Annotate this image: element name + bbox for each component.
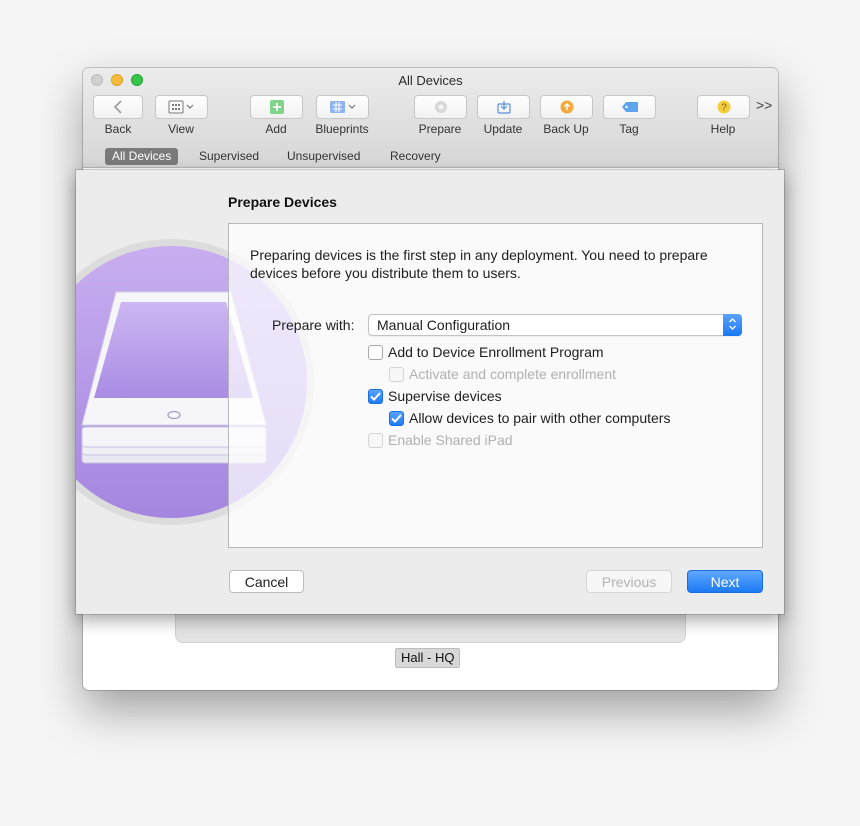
checkmark-icon [368,388,383,404]
window-title: All Devices [398,73,463,88]
supervise-devices-label: Supervise devices [388,388,502,404]
previous-button: Previous [586,570,672,593]
dep-enrollment-checkbox[interactable]: Add to Device Enrollment Program [368,344,604,360]
checkbox-box [368,432,383,448]
cancel-button[interactable]: Cancel [229,570,304,593]
update-icon [496,101,511,114]
blueprints-icon [329,101,355,113]
back-button[interactable] [93,95,143,119]
chevron-left-icon [113,100,122,114]
checkbox-box [389,366,404,382]
view-grid-icon [168,100,193,114]
scope-all-devices[interactable]: All Devices [105,148,179,165]
add-icon [269,100,284,114]
add-button[interactable] [250,95,303,119]
shared-ipad-label: Enable Shared iPad [388,432,513,448]
update-button[interactable] [477,95,530,119]
device-tag-label[interactable]: Hall - HQ [395,648,461,668]
dep-enrollment-label: Add to Device Enrollment Program [388,344,604,360]
prepare-with-value: Manual Configuration [377,317,511,333]
scope-recovery[interactable]: Recovery [383,148,448,165]
tag-button[interactable] [603,95,656,119]
intro-text: Preparing devices is the first step in a… [250,247,708,281]
backup-button[interactable] [540,95,593,119]
popup-arrows-icon [723,314,742,336]
toolbar-area: All Devices Back View Add Blueprints Pre… [83,68,778,168]
prepare-devices-sheet: Prepare Devices Preparing devices is the… [76,170,784,614]
checkmark-icon [389,410,404,426]
svg-text:?: ? [721,103,727,114]
shared-ipad-checkbox: Enable Shared iPad [368,432,513,448]
view-label: View [168,122,194,136]
prepare-button[interactable] [414,95,467,119]
tag-icon [621,102,638,112]
allow-pairing-label: Allow devices to pair with other compute… [409,410,671,426]
options-panel: Preparing devices is the first step in a… [228,223,763,548]
help-button[interactable]: ? [697,95,750,119]
backup-icon [560,100,573,114]
activate-enrollment-label: Activate and complete enrollment [409,366,616,382]
help-label: Help [710,122,736,136]
supervise-devices-checkbox[interactable]: Supervise devices [368,388,502,404]
next-button[interactable]: Next [687,570,763,593]
help-icon: ? [717,100,730,114]
sheet-title: Prepare Devices [228,194,337,210]
scope-unsupervised[interactable]: Unsupervised [280,148,367,165]
checkbox-box [368,344,383,360]
tag-label: Tag [619,122,639,136]
allow-pairing-checkbox[interactable]: Allow devices to pair with other compute… [389,410,670,426]
scope-supervised[interactable]: Supervised [192,148,266,165]
toolbar-overflow-button[interactable]: >> [756,97,772,113]
activate-enrollment-checkbox: Activate and complete enrollment [389,366,616,382]
prepare-with-label: Prepare with: [272,317,355,333]
blueprints-button[interactable] [316,95,369,119]
view-button[interactable] [155,95,208,119]
blueprints-label: Blueprints [315,122,369,136]
prepare-with-popup[interactable]: Manual Configuration [368,314,742,336]
prepare-gear-icon [434,101,447,113]
